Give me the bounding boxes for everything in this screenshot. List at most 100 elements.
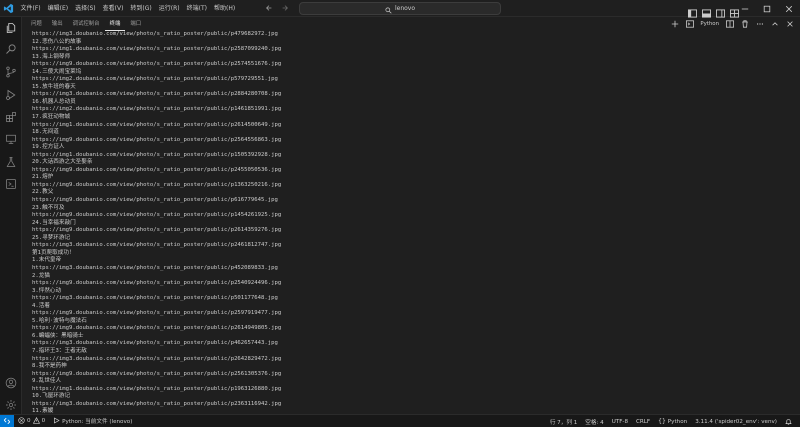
panel-tab[interactable]: 端口: [125, 17, 146, 31]
terminal-line: https://img3.doubanio.com/view/photo/s_r…: [32, 264, 278, 271]
terminal-line: https://img1.doubanio.com/view/photo/s_r…: [32, 151, 282, 158]
language-label: Python: [667, 418, 688, 425]
menu-item[interactable]: 文件(F): [17, 0, 44, 17]
terminal-line: https://img9.doubanio.com/view/photo/s_r…: [32, 136, 282, 143]
problems-status[interactable]: 0 0: [14, 416, 49, 426]
back-arrow-icon[interactable]: [264, 3, 274, 13]
terminal-line: https://img9.doubanio.com/view/photo/s_r…: [32, 280, 282, 287]
panel-tab[interactable]: 输出: [47, 17, 68, 31]
forward-arrow-icon[interactable]: [280, 3, 290, 13]
terminal-line: 16.机器人总动员: [32, 98, 76, 105]
terminal-line: 25.寻梦环游记: [32, 234, 71, 241]
testing-icon[interactable]: [4, 155, 18, 169]
trash-icon[interactable]: [740, 19, 749, 28]
menu-bar: 文件(F) 编辑(E) 选择(S) 查看(V) 转到(G) 运行(R) 终端(T) 帮助(H): [17, 0, 239, 17]
terminal-line: https://img3.doubanio.com/view/photo/s_r…: [32, 355, 282, 362]
menu-item[interactable]: 编辑(E): [44, 0, 71, 17]
terminal-line: https://img9.doubanio.com/view/photo/s_r…: [32, 310, 282, 317]
menu-item[interactable]: 帮助(H): [210, 0, 238, 17]
terminal-line: https://img9.doubanio.com/view/photo/s_r…: [32, 325, 282, 332]
nav-arrows: [264, 3, 290, 13]
panel-tab[interactable]: 终端: [104, 17, 126, 31]
maximize-icon[interactable]: [756, 0, 778, 17]
close-panel-icon[interactable]: [785, 19, 794, 28]
panel-tab[interactable]: 调试控制台: [68, 17, 105, 31]
command-center-search[interactable]: lenovo: [299, 2, 501, 15]
menu-item[interactable]: 运行(R): [155, 0, 183, 17]
terminal-line: 9.乱世佳人: [32, 378, 62, 385]
settings-gear-icon[interactable]: [4, 398, 18, 412]
terminal-output[interactable]: https://img3.doubanio.com/view/photo/s_r…: [32, 31, 792, 414]
cursor-position[interactable]: 行 7，列 1: [546, 418, 581, 426]
encoding[interactable]: UTF-8: [608, 419, 632, 425]
toggle-primary-sidebar-icon[interactable]: [688, 3, 697, 18]
remote-explorer-icon[interactable]: [4, 132, 18, 146]
warning-count: 0: [41, 418, 46, 424]
terminal-line: 12.悲伤八公的故事: [32, 38, 82, 45]
terminal-line: https://img1.doubanio.com/view/photo/s_r…: [32, 385, 282, 392]
terminal-line: https://img9.doubanio.com/view/photo/s_r…: [32, 212, 282, 219]
vscode-logo-icon: [0, 0, 17, 17]
terminal-line: https://img3.doubanio.com/view/photo/s_r…: [32, 340, 278, 347]
split-terminal-icon[interactable]: [725, 19, 734, 28]
terminal-line: 23.触不可及: [32, 204, 65, 211]
python-interpreter[interactable]: 3.11.4 ('spider02_env': venv): [691, 419, 781, 425]
explorer-icon[interactable]: [4, 21, 18, 35]
python-run-config-label: Python: 当前文件 (lenovo): [62, 419, 133, 425]
python-env-icon[interactable]: [4, 177, 18, 191]
warning-icon: [32, 416, 40, 426]
terminal-line: 2.龙猫: [32, 272, 50, 279]
error-count: 0: [27, 418, 31, 424]
more-actions-icon[interactable]: [755, 19, 764, 28]
debug-icon: [53, 416, 60, 426]
braces-icon: {}: [658, 418, 666, 425]
toggle-panel-icon[interactable]: [702, 3, 711, 18]
menu-item[interactable]: 转到(G): [127, 0, 155, 17]
terminal-line: https://img9.doubanio.com/view/photo/s_r…: [32, 181, 282, 188]
terminal-line: 8.我不是药神: [32, 363, 67, 370]
search-icon[interactable]: [4, 42, 18, 56]
title-bar: 文件(F) 编辑(E) 选择(S) 查看(V) 转到(G) 运行(R) 终端(T) 帮助(H)…: [0, 0, 800, 18]
terminal-line: 17.疯狂动物城: [32, 114, 71, 121]
terminal-python-label[interactable]: Python: [700, 21, 719, 27]
window-controls: [734, 0, 800, 17]
minimize-icon[interactable]: [734, 0, 756, 17]
python-run-config[interactable]: Python: 当前文件 (lenovo): [49, 416, 136, 426]
maximize-panel-icon[interactable]: [770, 19, 779, 28]
terminal-line: https://img2.doubanio.com/view/photo/s_r…: [32, 76, 278, 83]
terminal-icon: [685, 19, 694, 28]
terminal-line: 1.末代皇帝: [32, 257, 62, 264]
toggle-secondary-sidebar-icon[interactable]: [716, 3, 725, 18]
language-mode[interactable]: {} Python: [654, 418, 691, 425]
terminal-line: https://img2.doubanio.com/view/photo/s_r…: [32, 106, 282, 113]
terminal-line: 3.怦然心动: [32, 287, 62, 294]
terminal-line: https://img9.doubanio.com/view/photo/s_r…: [32, 197, 278, 204]
add-terminal-icon[interactable]: [670, 19, 679, 28]
notifications-bell-icon[interactable]: [781, 418, 796, 425]
terminal-line: https://img3.doubanio.com/view/photo/s_r…: [32, 295, 278, 302]
remote-indicator-icon[interactable]: [0, 414, 14, 427]
status-bar-right: 行 7，列 1 空格: 4 UTF-8 CRLF {} Python 3.11.…: [546, 415, 796, 427]
end-of-line[interactable]: CRLF: [632, 419, 654, 425]
terminal-line: https://img3.doubanio.com/view/photo/s_r…: [32, 31, 278, 37]
menu-item[interactable]: 终端(T): [183, 0, 210, 17]
close-icon[interactable]: [778, 0, 800, 17]
run-debug-icon[interactable]: [4, 88, 18, 102]
extensions-icon[interactable]: [4, 110, 18, 124]
panel-actions: Python: [670, 19, 794, 28]
search-icon: [385, 0, 392, 18]
terminal-line: https://img1.doubanio.com/view/photo/s_r…: [32, 46, 282, 53]
terminal-line: 13.海上钢琴师: [32, 53, 71, 60]
terminal-line: 第1页爬取成功！: [32, 249, 75, 256]
terminal-line: https://img9.doubanio.com/view/photo/s_r…: [32, 166, 282, 173]
menu-item[interactable]: 查看(V): [99, 0, 127, 17]
error-icon: [18, 416, 25, 426]
source-control-icon[interactable]: [4, 65, 18, 79]
account-icon[interactable]: [4, 376, 18, 390]
search-text: lenovo: [394, 5, 416, 12]
panel-tab[interactable]: 问题: [26, 17, 47, 31]
indentation[interactable]: 空格: 4: [581, 418, 607, 426]
menu-item[interactable]: 选择(S): [72, 0, 100, 17]
terminal-line: 18.无间道: [32, 129, 59, 136]
terminal-line: 7.指环王3：王者无敌: [32, 347, 87, 354]
